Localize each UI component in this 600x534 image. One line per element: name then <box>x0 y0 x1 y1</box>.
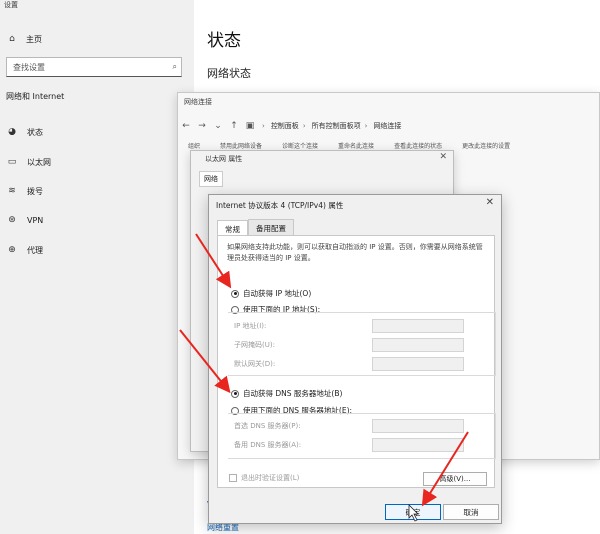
search-icon: ⌕ <box>172 62 177 71</box>
gateway-input[interactable] <box>372 357 464 371</box>
dialog-title: 以太网 属性 <box>205 155 243 163</box>
field-label: 首选 DNS 服务器(P): <box>234 422 301 430</box>
field-label: 默认网关(D): <box>234 360 276 368</box>
forward-icon[interactable]: → <box>194 121 210 131</box>
ethernet-icon: ▭ <box>7 157 17 167</box>
nav-item-label: 状态 <box>27 127 43 137</box>
ip-address-field: IP 地址(I): <box>234 319 464 333</box>
breadcrumb-item[interactable]: 所有控制面板项 <box>312 121 361 131</box>
close-icon[interactable]: ✕ <box>439 152 447 162</box>
window-title: 网络连接 <box>184 98 212 106</box>
page-subtitle: 网络状态 <box>207 67 251 80</box>
back-icon[interactable]: ← <box>178 121 194 131</box>
description-text: 如果网络支持此功能，则可以获取自动指派的 IP 设置。否则，你需要从网络系统管理… <box>227 243 483 262</box>
nav-item-label: 以太网 <box>27 157 51 167</box>
validate-settings-checkbox[interactable]: 退出时验证设置(L) <box>229 473 299 483</box>
preferred-dns-field: 首选 DNS 服务器(P): <box>234 419 464 433</box>
checkbox[interactable] <box>229 474 237 482</box>
field-label: 子网掩码(U): <box>234 341 275 349</box>
command-item[interactable]: 更改此连接的设置 <box>462 141 510 153</box>
cancel-button[interactable]: 取消 <box>443 504 499 520</box>
close-icon[interactable]: ✕ <box>486 197 494 208</box>
checkbox-label: 退出时验证设置(L) <box>241 474 300 482</box>
breadcrumb-item[interactable]: 网络连接 <box>373 121 401 131</box>
nav-item-label: VPN <box>27 215 44 225</box>
preferred-dns-input[interactable] <box>372 419 464 433</box>
chevron-right-icon: › <box>262 122 265 130</box>
home-icon: ⌂ <box>9 34 15 44</box>
field-label: IP 地址(I): <box>234 322 267 330</box>
nav-home[interactable]: ⌂ 主页 <box>6 31 186 47</box>
vpn-icon: ⊛ <box>8 215 16 225</box>
radio-button[interactable] <box>231 289 239 298</box>
chevron-down-icon[interactable]: ⌄ <box>210 121 226 131</box>
tab-network[interactable]: 网络 <box>199 171 223 187</box>
ip-address-input[interactable] <box>372 319 464 333</box>
ipv4-properties-dialog: Internet 协议版本 4 (TCP/IPv4) 属性 ✕ 常规 备用配置 … <box>208 194 502 524</box>
nav-home-label: 主页 <box>26 34 42 44</box>
gateway-field: 默认网关(D): <box>234 357 464 371</box>
breadcrumb-item[interactable]: 控制面板 <box>271 121 299 131</box>
radio-button[interactable] <box>231 389 239 398</box>
nav-item-ethernet[interactable]: ▭ 以太网 <box>0 152 194 172</box>
radio-label: 自动获得 DNS 服务器地址(B) <box>243 389 343 398</box>
nav-item-status[interactable]: ◕ 状态 <box>0 122 194 142</box>
page-title: 状态 <box>207 31 241 51</box>
subnet-mask-input[interactable] <box>372 338 464 352</box>
address-bar: ← → ⌄ ↑ ▣ › 控制面板 › 所有控制面板项 › 网络连接 <box>178 115 600 137</box>
proxy-icon: ⊕ <box>8 245 16 255</box>
ok-button[interactable]: 确定 <box>385 504 441 520</box>
ip-auto-radio[interactable]: 自动获得 IP 地址(O) <box>231 288 311 299</box>
status-icon: ◕ <box>8 127 16 137</box>
alternate-dns-input[interactable] <box>372 438 464 452</box>
section-label: 网络和 Internet <box>6 92 65 101</box>
dns-auto-radio[interactable]: 自动获得 DNS 服务器地址(B) <box>231 388 342 399</box>
field-label: 备用 DNS 服务器(A): <box>234 441 302 449</box>
search-input[interactable]: 查找设置 ⌕ <box>6 57 182 77</box>
tab-panel-general: 如果网络支持此功能，则可以获取自动指派的 IP 设置。否则，你需要从网络系统管理… <box>217 235 496 488</box>
search-placeholder: 查找设置 <box>13 62 45 72</box>
advanced-button[interactable]: 高级(V)... <box>423 472 487 486</box>
nav-item-vpn[interactable]: ⊛ VPN <box>0 210 194 230</box>
chevron-right-icon: › <box>302 122 306 130</box>
dialup-icon: ≋ <box>8 186 16 196</box>
dialog-title: Internet 协议版本 4 (TCP/IPv4) 属性 <box>216 201 344 210</box>
alternate-dns-field: 备用 DNS 服务器(A): <box>234 438 464 452</box>
up-icon[interactable]: ↑ <box>226 121 242 131</box>
app-title: 设置 <box>4 1 18 9</box>
radio-label: 自动获得 IP 地址(O) <box>243 289 312 298</box>
settings-sidebar: 设置 ⌂ 主页 查找设置 ⌕ 网络和 Internet ◕ 状态 ▭ 以太网 ≋… <box>0 0 194 534</box>
nav-item-label: 代理 <box>27 245 43 255</box>
subnet-mask-field: 子网掩码(U): <box>234 338 464 352</box>
chevron-right-icon: › <box>364 122 368 130</box>
nav-item-dialup[interactable]: ≋ 拨号 <box>0 181 194 201</box>
nav-item-label: 拨号 <box>27 186 43 196</box>
nav-item-proxy[interactable]: ⊕ 代理 <box>0 240 194 260</box>
control-panel-icon: ▣ <box>245 121 255 131</box>
